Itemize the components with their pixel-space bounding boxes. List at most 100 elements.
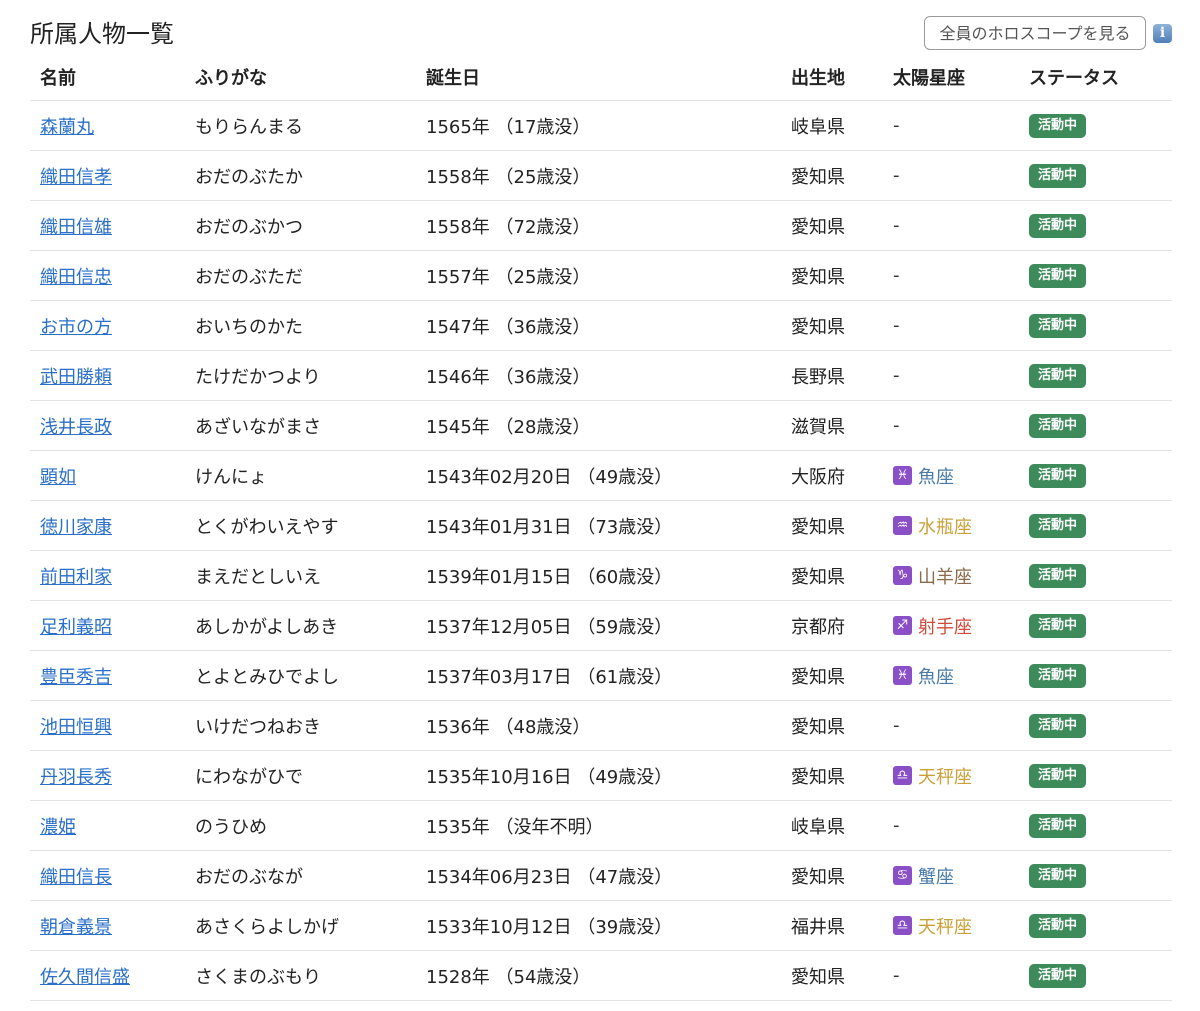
person-name-link[interactable]: 織田信長 (40, 867, 112, 888)
header-name[interactable]: 名前 (30, 53, 185, 101)
cell-status: 活動中 (1019, 900, 1172, 951)
table-row: 足利義昭 あしかがよしあき 1537年12月05日 （59歳没） 京都府 ♐ 射手座 活動中 (30, 600, 1172, 651)
cell-birthplace: 京都府 (781, 600, 883, 651)
sun-sign-label: 魚座 (918, 666, 954, 688)
person-name-link[interactable]: 徳川家康 (40, 517, 112, 538)
person-name-link[interactable]: 森蘭丸 (40, 117, 94, 138)
cell-birthplace: 長野県 (781, 350, 883, 401)
sun-sign-label: 水瓶座 (918, 516, 972, 538)
cell-birthplace: 大阪府 (781, 450, 883, 501)
person-name-link[interactable]: 織田信忠 (40, 267, 112, 288)
table-row: 織田信雄 おだのぶかつ 1558年 （72歳没） 愛知県 - 活動中 (30, 200, 1172, 251)
cell-status: 活動中 (1019, 150, 1172, 201)
cell-birthplace: 愛知県 (781, 250, 883, 301)
table-row: 前田利家 まえだとしいえ 1539年01月15日 （60歳没） 愛知県 ♑ 山羊座 活動中 (30, 550, 1172, 601)
cell-furigana: あしかがよしあき (185, 600, 416, 651)
status-badge: 活動中 (1029, 964, 1087, 988)
sun-sign: ♒ 水瓶座 (893, 513, 972, 539)
sun-sign-empty: - (893, 265, 900, 286)
cell-status: 活動中 (1019, 400, 1172, 451)
cell-furigana: とくがわいえやす (185, 500, 416, 551)
cell-furigana: さくまのぶもり (185, 950, 416, 1001)
header-furigana[interactable]: ふりがな (185, 53, 416, 101)
cell-status: 活動中 (1019, 700, 1172, 751)
person-name-link[interactable]: 朝倉義景 (40, 917, 112, 938)
cell-sun-sign: - (883, 700, 1019, 751)
cell-sun-sign: - (883, 150, 1019, 201)
person-name-link[interactable]: 濃姫 (40, 817, 76, 838)
cell-sun-sign: - (883, 200, 1019, 251)
table-row: 浅井長政 あざいながまさ 1545年 （28歳没） 滋賀県 - 活動中 (30, 400, 1172, 451)
table-row: お市の方 おいちのかた 1547年 （36歳没） 愛知県 - 活動中 (30, 300, 1172, 351)
header-birthday[interactable]: 誕生日 (416, 53, 781, 101)
cell-birthplace: 愛知県 (781, 550, 883, 601)
cell-status: 活動中 (1019, 750, 1172, 801)
status-badge: 活動中 (1029, 614, 1087, 638)
table-row: 朝倉義景 あさくらよしかげ 1533年10月12日 （39歳没） 福井県 ♎ 天秤座 活動中 (30, 900, 1172, 951)
cell-status: 活動中 (1019, 350, 1172, 401)
person-name-link[interactable]: 豊臣秀吉 (40, 667, 112, 688)
header-birthplace[interactable]: 出生地 (781, 53, 883, 101)
person-name-link[interactable]: 織田信孝 (40, 167, 112, 188)
table-row: 佐久間信盛 さくまのぶもり 1528年 （54歳没） 愛知県 - 活動中 (30, 950, 1172, 1001)
cell-birthday: 1533年10月12日 （39歳没） (416, 900, 781, 951)
table-row: 織田信孝 おだのぶたか 1558年 （25歳没） 愛知県 - 活動中 (30, 150, 1172, 201)
header-sun-sign[interactable]: 太陽星座 (883, 53, 1019, 101)
cell-birthday: 1539年01月15日 （60歳没） (416, 550, 781, 601)
cell-birthplace: 滋賀県 (781, 400, 883, 451)
person-name-link[interactable]: 前田利家 (40, 567, 112, 588)
person-name-link[interactable]: 顕如 (40, 467, 76, 488)
person-name-link[interactable]: 織田信雄 (40, 217, 112, 238)
cell-name: 足利義昭 (30, 600, 185, 651)
person-name-link[interactable]: 足利義昭 (40, 617, 112, 638)
cell-furigana: まえだとしいえ (185, 550, 416, 601)
header-status[interactable]: ステータス (1019, 53, 1172, 101)
person-name-link[interactable]: 佐久間信盛 (40, 967, 130, 988)
cell-birthday: 1557年 （25歳没） (416, 250, 781, 301)
sun-sign-label: 蟹座 (918, 866, 954, 888)
libra-icon: ♎ (893, 916, 912, 935)
aquarius-icon: ♒ (893, 516, 912, 535)
sun-sign-empty: - (893, 715, 900, 736)
person-name-link[interactable]: 武田勝頼 (40, 367, 112, 388)
sun-sign: ♎ 天秤座 (893, 913, 972, 939)
cell-birthday: 1565年 （17歳没） (416, 100, 781, 151)
cell-birthday: 1545年 （28歳没） (416, 400, 781, 451)
members-table-body: 森蘭丸 もりらんまる 1565年 （17歳没） 岐阜県 - 活動中 織田信孝 おだのぶたか 15… (30, 100, 1172, 1001)
cell-name: 池田恒興 (30, 700, 185, 751)
view-horoscope-button[interactable]: 全員のホロスコープを見る (924, 16, 1146, 50)
status-badge: 活動中 (1029, 764, 1087, 788)
sun-sign: ♐ 射手座 (893, 613, 972, 639)
sun-sign-empty: - (893, 365, 900, 386)
page-title: 所属人物一覧 (30, 20, 174, 48)
cell-furigana: おだのぶかつ (185, 200, 416, 251)
cell-furigana: おだのぶたか (185, 150, 416, 201)
person-name-link[interactable]: 池田恒興 (40, 717, 112, 738)
person-name-link[interactable]: 丹羽長秀 (40, 767, 112, 788)
person-name-link[interactable]: お市の方 (40, 317, 112, 338)
cell-name: 森蘭丸 (30, 100, 185, 151)
cell-birthplace: 岐阜県 (781, 800, 883, 851)
cell-furigana: あざいながまさ (185, 400, 416, 451)
cell-status: 活動中 (1019, 250, 1172, 301)
status-badge: 活動中 (1029, 814, 1087, 838)
sun-sign-label: 山羊座 (918, 566, 972, 588)
cell-sun-sign: - (883, 100, 1019, 151)
sun-sign: ♋ 蟹座 (893, 863, 954, 889)
cell-birthday: 1546年 （36歳没） (416, 350, 781, 401)
status-badge: 活動中 (1029, 164, 1087, 188)
cell-furigana: おだのぶただ (185, 250, 416, 301)
cell-birthplace: 岐阜県 (781, 100, 883, 151)
table-row: 顕如 けんにょ 1543年02月20日 （49歳没） 大阪府 ♓ 魚座 活動中 (30, 450, 1172, 501)
sun-sign-label: 天秤座 (918, 916, 972, 938)
status-badge: 活動中 (1029, 864, 1087, 888)
sun-sign-empty: - (893, 815, 900, 836)
sun-sign-label: 魚座 (918, 466, 954, 488)
info-icon[interactable]: i (1153, 24, 1172, 43)
cell-furigana: けんにょ (185, 450, 416, 501)
sun-sign: ♓ 魚座 (893, 463, 954, 489)
person-name-link[interactable]: 浅井長政 (40, 417, 112, 438)
cell-name: 武田勝頼 (30, 350, 185, 401)
table-row: 織田信長 おだのぶなが 1534年06月23日 （47歳没） 愛知県 ♋ 蟹座 活動中 (30, 850, 1172, 901)
libra-icon: ♎ (893, 766, 912, 785)
